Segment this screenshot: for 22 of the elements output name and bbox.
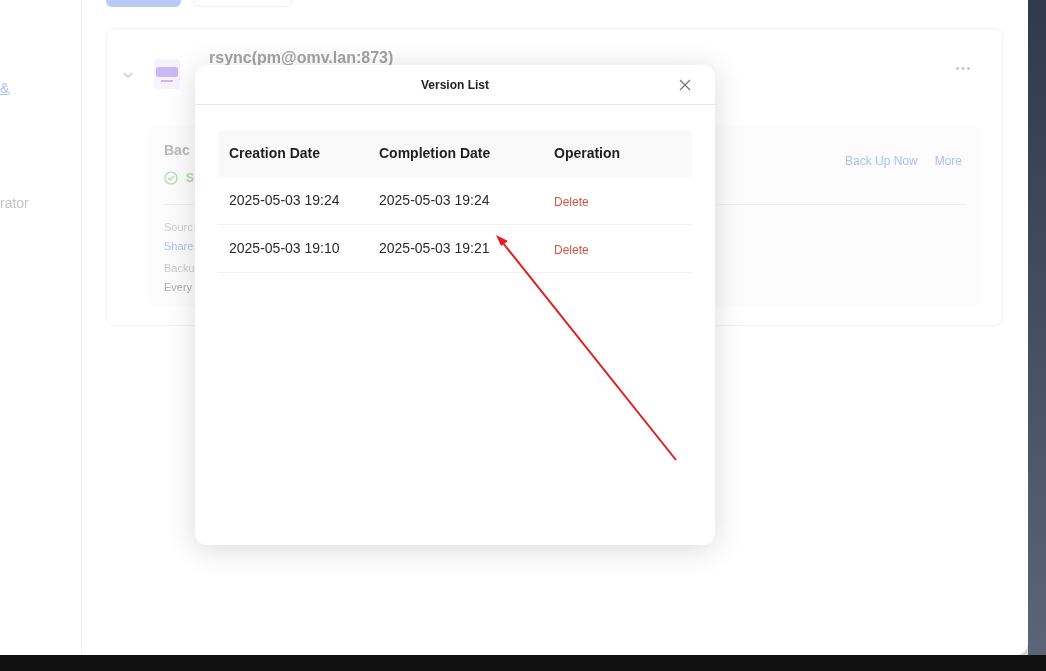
column-header: Completion Date xyxy=(378,144,492,163)
table-cell-text: 2025-05-03 19:10 xyxy=(228,239,341,258)
rsync-logo-icon xyxy=(154,59,180,89)
task-title: rsync(pm@omv.lan:873) xyxy=(209,48,394,68)
status-text: S xyxy=(186,170,194,187)
column-header: Creation Date xyxy=(228,144,322,163)
dialog-title: Version List xyxy=(421,76,489,94)
sidebar-item[interactable]: rator xyxy=(0,193,29,214)
column-header: Operation xyxy=(553,144,622,163)
field-value: Every xyxy=(164,279,194,295)
check-circle-icon xyxy=(164,171,178,185)
action-link[interactable]: More xyxy=(934,152,962,170)
table-cell-text: 2025-05-03 19:24 xyxy=(228,191,341,210)
more-options-icon[interactable] xyxy=(956,67,970,70)
sidebar-item[interactable]: & xyxy=(0,78,10,99)
delete-link[interactable]: Delete xyxy=(554,192,589,211)
table-cell-text: 2025-05-03 19:21 xyxy=(378,239,491,258)
close-button[interactable] xyxy=(677,77,693,93)
status-heading: Bac xyxy=(164,141,191,160)
action-link[interactable]: Back Up Now xyxy=(844,152,918,170)
delete-link[interactable]: Delete xyxy=(554,240,589,259)
table-cell-text: 2025-05-03 19:24 xyxy=(378,191,491,210)
